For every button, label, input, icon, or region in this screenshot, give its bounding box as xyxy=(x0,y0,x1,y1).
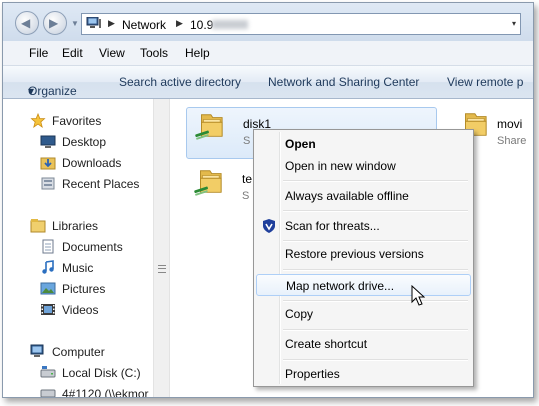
search-active-directory-button[interactable]: Search active directory xyxy=(119,75,241,89)
network-sharing-center-button[interactable]: Network and Sharing Center xyxy=(268,75,419,89)
navigation-pane: Favorites Desktop Downloads Recent Place… xyxy=(3,99,153,398)
nav-label: Videos xyxy=(62,303,99,317)
recent-places-icon xyxy=(41,177,55,190)
breadcrumb-separator-icon: ▶ xyxy=(108,18,115,28)
menu-separator xyxy=(283,269,468,271)
nav-pane-splitter[interactable] xyxy=(153,99,170,397)
menu-file[interactable]: File xyxy=(29,46,48,60)
menu-item-open[interactable]: Open xyxy=(256,133,471,155)
mouse-cursor-icon xyxy=(411,285,425,306)
menu-item-open-new-window[interactable]: Open in new window xyxy=(256,155,471,177)
tile-name: movi xyxy=(497,117,523,131)
star-icon xyxy=(30,113,46,128)
menu-separator xyxy=(283,359,468,361)
menu-item-scan-for-threats[interactable]: Scan for threats... xyxy=(256,215,471,237)
menu-item-label: Scan for threats... xyxy=(285,219,380,233)
videos-icon xyxy=(41,304,55,315)
menu-item-restore-previous-versions[interactable]: Restore previous versions xyxy=(256,243,471,265)
redacted-address xyxy=(212,20,248,29)
shared-folder-icon xyxy=(194,170,222,196)
menu-item-label: Open in new window xyxy=(285,159,396,173)
forward-button[interactable]: ▶ xyxy=(43,11,67,35)
network-computer-icon xyxy=(86,17,101,28)
menu-view[interactable]: View xyxy=(99,46,125,60)
shield-icon xyxy=(263,219,275,233)
tile-subtitle: S xyxy=(242,190,250,202)
explorer-window: ◀ ▶ ▼ ▶ Network ▶ 10.9 ▾ File Edit View … xyxy=(2,2,534,398)
local-disk-icon xyxy=(40,366,56,378)
nav-label: Local Disk (C:) xyxy=(62,366,141,380)
documents-icon xyxy=(42,239,54,254)
pictures-icon xyxy=(40,282,56,295)
menu-separator xyxy=(283,210,468,212)
menu-bar: File Edit View Tools Help xyxy=(3,41,533,66)
nav-label: Libraries xyxy=(52,219,99,233)
menu-item-label: Restore previous versions xyxy=(285,247,424,261)
menu-item-map-network-drive[interactable]: Map network drive... xyxy=(256,274,471,296)
nav-label: Downloads xyxy=(62,156,122,170)
desktop-icon xyxy=(40,135,56,148)
menu-tools[interactable]: Tools xyxy=(140,46,168,60)
breadcrumb-network[interactable]: Network xyxy=(122,18,166,32)
network-drive-icon xyxy=(40,389,56,397)
tile-name: te xyxy=(242,172,253,186)
menu-item-label: Properties xyxy=(285,367,340,381)
tile-subtitle: Share xyxy=(497,135,527,147)
menu-separator xyxy=(283,180,468,182)
menu-separator xyxy=(283,240,468,242)
tile-subtitle: S xyxy=(243,135,251,147)
nav-label: Pictures xyxy=(62,282,106,296)
breadcrumb-host[interactable]: 10.9 xyxy=(190,18,213,32)
nav-label: Documents xyxy=(62,240,123,254)
back-button[interactable]: ◀ xyxy=(15,11,39,35)
menu-item-create-shortcut[interactable]: Create shortcut xyxy=(256,333,471,355)
menu-item-label: Copy xyxy=(285,307,314,321)
menu-help[interactable]: Help xyxy=(185,46,210,60)
organize-label: Organize xyxy=(28,84,77,98)
menu-item-label: Open xyxy=(285,137,316,151)
menu-item-label: Create shortcut xyxy=(285,337,368,351)
organize-dropdown-icon: ▾ xyxy=(28,84,35,98)
address-dropdown-icon[interactable]: ▾ xyxy=(512,19,516,28)
menu-edit[interactable]: Edit xyxy=(62,46,83,60)
downloads-folder-icon xyxy=(40,157,56,170)
menu-item-label: Map network drive... xyxy=(286,279,395,293)
menu-item-properties[interactable]: Properties xyxy=(256,363,471,385)
address-field[interactable]: ▶ Network ▶ 10.9 ▾ xyxy=(81,13,521,35)
menu-separator xyxy=(283,329,468,331)
nav-label: Recent Places xyxy=(62,177,140,191)
view-remote-button[interactable]: View remote p xyxy=(447,75,523,89)
computer-icon xyxy=(30,344,44,357)
context-menu: Open Open in new window Always available… xyxy=(253,129,474,387)
recent-pages-dropdown-icon[interactable]: ▼ xyxy=(71,19,79,28)
shared-folder-icon xyxy=(195,114,223,140)
splitter-grip-icon xyxy=(158,265,166,273)
menu-item-copy[interactable]: Copy xyxy=(256,303,471,325)
menu-separator xyxy=(283,300,468,302)
nav-label: Music xyxy=(62,261,94,275)
menu-item-always-offline[interactable]: Always available offline xyxy=(256,185,471,207)
nav-label: Favorites xyxy=(52,114,102,128)
address-bar-area: ◀ ▶ ▼ ▶ Network ▶ 10.9 ▾ xyxy=(3,3,533,41)
breadcrumb-separator-icon: ▶ xyxy=(176,18,183,28)
nav-label: Desktop xyxy=(62,135,107,149)
nav-label: 4#1120 (\\ekmor xyxy=(62,387,149,398)
nav-label: Computer xyxy=(52,345,105,359)
forward-arrow-icon: ▶ xyxy=(49,16,59,30)
music-icon xyxy=(42,260,54,274)
libraries-icon xyxy=(30,219,46,233)
back-arrow-icon: ◀ xyxy=(21,16,31,30)
menu-item-label: Always available offline xyxy=(285,189,409,203)
command-bar: Organize ▾ Search active directory Netwo… xyxy=(3,66,533,99)
